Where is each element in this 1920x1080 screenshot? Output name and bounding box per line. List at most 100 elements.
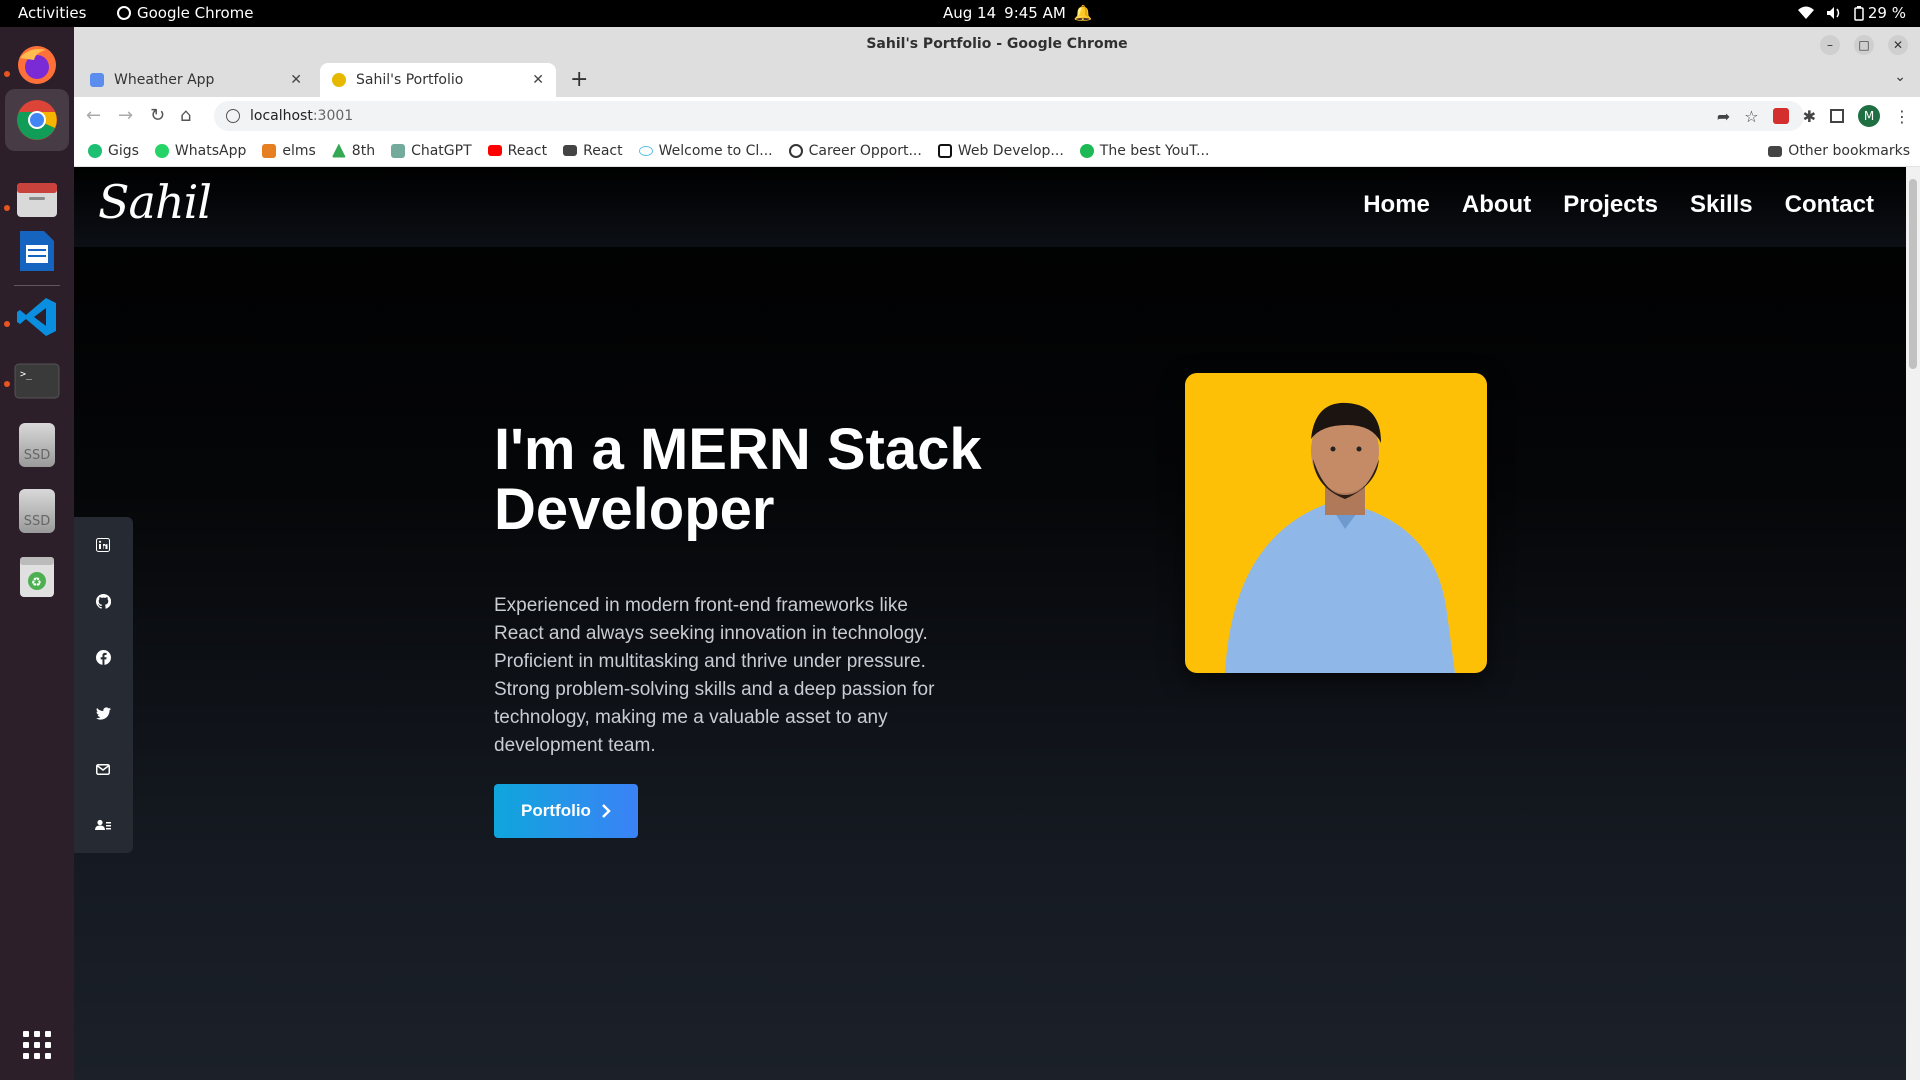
side-panel-icon[interactable] — [1830, 109, 1844, 123]
share-icon[interactable]: ➦ — [1717, 107, 1730, 126]
bookmark-item[interactable]: WhatsApp — [154, 142, 247, 159]
contact-card-icon[interactable] — [93, 815, 113, 835]
bookmark-favicon-icon — [937, 143, 952, 158]
volume-icon — [1826, 7, 1840, 19]
extension-red-icon[interactable] — [1772, 108, 1789, 124]
scrollbar-thumb[interactable] — [1909, 179, 1917, 369]
app-menu[interactable]: Google Chrome — [117, 4, 254, 22]
bookmark-item[interactable]: Gigs — [88, 143, 139, 159]
trash-icon[interactable]: ♻ — [13, 553, 61, 601]
tab-sahils-portfolio[interactable]: Sahil's Portfolio ✕ — [320, 63, 556, 97]
battery-icon — [1854, 5, 1864, 21]
linkedin-icon[interactable] — [93, 535, 113, 555]
bookmark-label: elms — [282, 142, 316, 159]
nav-skills[interactable]: Skills — [1690, 191, 1753, 219]
back-arrow-icon[interactable]: ← — [86, 105, 101, 126]
bookmark-label: Gigs — [108, 142, 139, 159]
profile-person-illustration — [1225, 402, 1455, 673]
bookmark-favicon-icon — [788, 143, 803, 158]
bookmark-item[interactable]: Career Opport... — [788, 143, 922, 159]
maximize-button[interactable]: □ — [1854, 35, 1874, 55]
folder-icon — [1768, 145, 1783, 157]
forward-arrow-icon[interactable]: → — [118, 105, 133, 126]
tab-search-chevron-icon[interactable]: ⌄ — [1894, 69, 1906, 85]
bookmark-label: The best YouT... — [1099, 142, 1210, 159]
clock[interactable]: Aug 14 9:45 AM 🔔 — [943, 4, 1093, 22]
address-bar[interactable]: localhost:3001 — [214, 101, 1804, 131]
bookmark-label: 8th — [351, 142, 376, 159]
bookmark-label: WhatsApp — [174, 142, 247, 159]
site-logo[interactable]: Sahil — [98, 175, 212, 229]
bookmark-favicon-icon — [262, 143, 277, 158]
time-label: 9:45 AM — [1004, 4, 1066, 22]
activities-button[interactable]: Activities — [18, 4, 86, 22]
bookmark-item[interactable]: React — [563, 142, 623, 159]
svg-text:>_: >_ — [20, 369, 33, 380]
nav-about[interactable]: About — [1462, 191, 1531, 219]
terminal-icon[interactable]: >_ — [13, 357, 61, 405]
hero-title: I'm a MERN Stack Developer — [494, 417, 982, 542]
bookmark-item[interactable]: ChatGPT — [391, 143, 472, 159]
github-icon[interactable] — [93, 591, 113, 611]
mail-icon[interactable] — [93, 759, 113, 779]
kebab-menu-icon[interactable]: ⋮ — [1894, 107, 1910, 126]
ssd-drive-icon[interactable]: SSD — [13, 421, 61, 469]
tab-strip: Wheather App ✕ Sahil's Portfolio ✕ + ⌄ — [74, 63, 1920, 97]
bookmark-item[interactable]: Web Develop... — [937, 142, 1064, 159]
dock-separator — [14, 285, 60, 286]
extensions-puzzle-icon[interactable]: ✱ — [1803, 107, 1816, 126]
home-icon[interactable]: ⌂ — [180, 105, 191, 126]
bookmark-star-icon[interactable]: ☆ — [1744, 107, 1758, 126]
minimize-button[interactable]: – — [1820, 35, 1840, 55]
writer-icon[interactable] — [13, 227, 61, 275]
url-port: :3001 — [312, 108, 354, 124]
bookmark-favicon-icon — [88, 143, 102, 158]
bookmark-item[interactable]: The best YouT... — [1079, 142, 1210, 159]
tab-wheather-app[interactable]: Wheather App ✕ — [78, 63, 314, 97]
reload-icon[interactable]: ↻ — [150, 105, 165, 126]
show-apps-icon[interactable] — [13, 1021, 61, 1069]
bookmark-item[interactable]: 8th — [331, 142, 376, 159]
bookmark-label: React — [507, 142, 548, 159]
chrome-icon[interactable] — [5, 89, 69, 151]
bookmark-folder-icon — [563, 145, 578, 156]
bookmark-label: Web Develop... — [957, 142, 1064, 159]
date-label: Aug 14 — [943, 4, 997, 22]
files-icon[interactable] — [13, 175, 61, 223]
app-grid-icon — [23, 1031, 51, 1059]
ssd-drive-icon[interactable]: SSD — [13, 487, 61, 535]
profile-avatar[interactable]: M — [1858, 105, 1880, 127]
browser-window: Sahil's Portfolio - Google Chrome – □ ✕ … — [74, 27, 1920, 1080]
close-window-button[interactable]: ✕ — [1888, 35, 1908, 55]
vscode-icon[interactable] — [13, 293, 61, 341]
bookmark-item[interactable]: Welcome to Cl... — [638, 142, 773, 159]
site-navbar: Sahil Home About Projects Skills Contact — [74, 167, 1906, 247]
page-scrollbar[interactable] — [1906, 167, 1920, 1080]
running-indicator — [4, 205, 10, 211]
nav-contact[interactable]: Contact — [1785, 191, 1874, 219]
running-indicator — [4, 321, 10, 327]
bookmark-label: React — [583, 142, 623, 159]
nav-projects[interactable]: Projects — [1563, 191, 1658, 219]
other-bookmarks[interactable]: Other bookmarks — [1768, 143, 1910, 159]
twitter-icon[interactable] — [93, 703, 113, 723]
portfolio-favicon-icon — [332, 73, 346, 87]
facebook-icon[interactable] — [93, 647, 113, 667]
site-info-icon[interactable] — [226, 109, 240, 123]
close-tab-icon[interactable]: ✕ — [290, 72, 302, 88]
chrome-small-icon — [117, 6, 131, 20]
bookmark-label: Welcome to Cl... — [658, 142, 773, 159]
battery-label: 29 % — [1867, 4, 1906, 22]
close-tab-icon[interactable]: ✕ — [532, 72, 544, 88]
firefox-icon[interactable] — [13, 41, 61, 89]
system-tray[interactable]: 29 % — [1797, 4, 1906, 22]
bookmark-item[interactable]: React — [487, 142, 548, 159]
bookmark-favicon-icon — [1079, 143, 1094, 158]
chevron-right-icon — [602, 804, 611, 818]
nav-home[interactable]: Home — [1363, 191, 1430, 219]
battery-status: 29 % — [1854, 4, 1906, 22]
bookmark-label: ChatGPT — [411, 142, 472, 159]
portfolio-button[interactable]: Portfolio — [494, 784, 638, 838]
new-tab-button[interactable]: + — [570, 67, 588, 92]
bookmark-item[interactable]: elms — [262, 142, 316, 159]
